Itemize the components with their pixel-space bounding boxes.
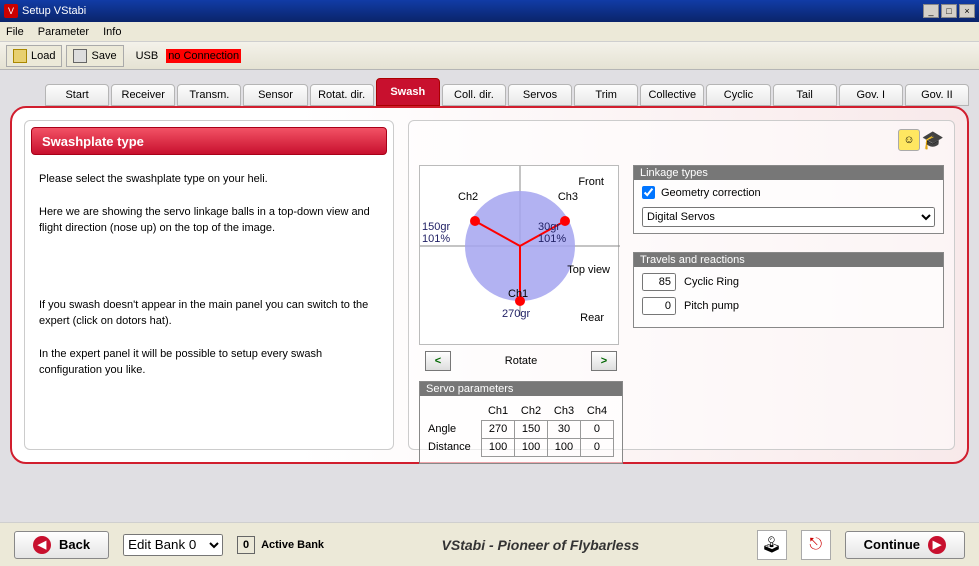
rear-label: Rear bbox=[580, 312, 604, 324]
app-icon: V bbox=[4, 4, 18, 18]
angle-ch4: 0 bbox=[580, 420, 613, 438]
info-p4: In the expert panel it will be possible … bbox=[39, 346, 379, 379]
tab-cyclic[interactable]: Cyclic bbox=[706, 84, 770, 106]
main-frame: Swashplate type Please select the swashp… bbox=[10, 106, 969, 464]
usb-label: USB bbox=[136, 50, 159, 62]
menubar: File Parameter Info bbox=[0, 22, 979, 42]
servo-type-select[interactable]: Digital Servos bbox=[642, 207, 935, 227]
page-body: StartReceiverTransm.SensorRotat. dir.Swa… bbox=[0, 70, 979, 522]
geometry-checkbox[interactable] bbox=[642, 186, 655, 199]
servo-params-table: Ch1 Ch2 Ch3 Ch4 Angle 270 150 30 bbox=[428, 402, 614, 457]
close-button[interactable]: × bbox=[959, 4, 975, 18]
cyclic-ring-label: Cyclic Ring bbox=[684, 276, 739, 288]
tab-start[interactable]: Start bbox=[45, 84, 109, 106]
window-title: Setup VStabi bbox=[22, 5, 86, 17]
ch1-deg: 270gr bbox=[502, 308, 530, 320]
angle-ch3: 30 bbox=[548, 420, 581, 438]
tabs: StartReceiverTransm.SensorRotat. dir.Swa… bbox=[45, 78, 969, 106]
servo-params-title: Servo parameters bbox=[420, 382, 622, 396]
front-label: Front bbox=[578, 176, 604, 188]
heli-icon[interactable]: ⎋ bbox=[801, 530, 831, 560]
info-p2: Here we are showing the servo linkage ba… bbox=[39, 204, 379, 237]
col-ch1: Ch1 bbox=[482, 402, 515, 420]
tab-sensor[interactable]: Sensor bbox=[243, 84, 307, 106]
toolbar: Load Save USB no Connection bbox=[0, 42, 979, 70]
geometry-label: Geometry correction bbox=[661, 187, 761, 199]
tab-gov-i[interactable]: Gov. I bbox=[839, 84, 903, 106]
dist-ch4: 0 bbox=[580, 438, 613, 456]
settings-panel: ☺ 🎓 bbox=[408, 120, 955, 450]
tab-gov-ii[interactable]: Gov. II bbox=[905, 84, 969, 106]
active-bank-value: 0 bbox=[237, 536, 255, 554]
tab-servos[interactable]: Servos bbox=[508, 84, 572, 106]
angle-ch1: 270 bbox=[482, 420, 515, 438]
menu-parameter[interactable]: Parameter bbox=[38, 26, 89, 38]
ch2-pct: 101% bbox=[422, 233, 450, 245]
cyclic-ring-input[interactable] bbox=[642, 273, 676, 291]
arrow-right-icon: ▶ bbox=[928, 536, 946, 554]
ch3-pct: 101% bbox=[538, 233, 566, 245]
slogan: VStabi - Pioneer of Flybarless bbox=[338, 537, 743, 553]
ch3-label: Ch3 bbox=[558, 191, 578, 203]
titlebar: V Setup VStabi _ □ × bbox=[0, 0, 979, 22]
back-label: Back bbox=[59, 537, 90, 552]
menu-file[interactable]: File bbox=[6, 26, 24, 38]
col-ch4: Ch4 bbox=[580, 402, 613, 420]
rotate-right-button[interactable]: > bbox=[591, 351, 617, 371]
active-bank-label: Active Bank bbox=[261, 539, 324, 551]
joystick-icon[interactable]: 🕹 bbox=[757, 530, 787, 560]
continue-button[interactable]: Continue ▶ bbox=[845, 531, 965, 559]
info-p3: If you swash doesn't appear in the main … bbox=[39, 297, 379, 330]
load-button[interactable]: Load bbox=[6, 45, 62, 67]
smiley-icon[interactable]: ☺ bbox=[898, 129, 920, 151]
rotate-label: Rotate bbox=[505, 355, 537, 367]
dist-ch2: 100 bbox=[515, 438, 548, 456]
save-button[interactable]: Save bbox=[66, 45, 123, 67]
ch3-deg: 30gr bbox=[538, 221, 560, 233]
maximize-button[interactable]: □ bbox=[941, 4, 957, 18]
row-angle: Angle bbox=[428, 420, 482, 438]
footer: ◀ Back Edit Bank 0 0 Active Bank VStabi … bbox=[0, 522, 979, 566]
dist-ch3: 100 bbox=[548, 438, 581, 456]
dist-ch1: 100 bbox=[482, 438, 515, 456]
tab-collective[interactable]: Collective bbox=[640, 84, 704, 106]
continue-label: Continue bbox=[864, 537, 920, 552]
col-ch3: Ch3 bbox=[548, 402, 581, 420]
connection-status: no Connection bbox=[166, 49, 241, 63]
tab-coll-dir-[interactable]: Coll. dir. bbox=[442, 84, 506, 106]
info-p1: Please select the swashplate type on you… bbox=[39, 171, 379, 188]
swash-diagram: Front Rear Top view Ch2 Ch3 Ch1 150gr 10… bbox=[419, 165, 619, 345]
load-label: Load bbox=[31, 50, 55, 62]
tab-rotat-dir-[interactable]: Rotat. dir. bbox=[310, 84, 374, 106]
tab-tail[interactable]: Tail bbox=[773, 84, 837, 106]
tab-receiver[interactable]: Receiver bbox=[111, 84, 175, 106]
travels-title: Travels and reactions bbox=[634, 253, 943, 267]
row-distance: Distance bbox=[428, 438, 482, 456]
tab-trim[interactable]: Trim bbox=[574, 84, 638, 106]
rotate-left-button[interactable]: < bbox=[425, 351, 451, 371]
graduate-icon[interactable]: 🎓 bbox=[922, 129, 944, 151]
angle-ch2: 150 bbox=[515, 420, 548, 438]
pitch-pump-input[interactable] bbox=[642, 297, 676, 315]
save-label: Save bbox=[91, 50, 116, 62]
info-panel: Swashplate type Please select the swashp… bbox=[24, 120, 394, 450]
back-button[interactable]: ◀ Back bbox=[14, 531, 109, 559]
folder-icon bbox=[13, 49, 27, 63]
tab-swash[interactable]: Swash bbox=[376, 78, 440, 106]
ch2-label: Ch2 bbox=[458, 191, 478, 203]
tab-transm-[interactable]: Transm. bbox=[177, 84, 241, 106]
arrow-left-icon: ◀ bbox=[33, 536, 51, 554]
panel-title: Swashplate type bbox=[31, 127, 387, 155]
col-ch2: Ch2 bbox=[515, 402, 548, 420]
pitch-pump-label: Pitch pump bbox=[684, 300, 739, 312]
minimize-button[interactable]: _ bbox=[923, 4, 939, 18]
ch1-label: Ch1 bbox=[508, 288, 528, 300]
bank-select[interactable]: Edit Bank 0 bbox=[123, 534, 223, 556]
ch2-deg: 150gr bbox=[422, 221, 450, 233]
menu-info[interactable]: Info bbox=[103, 26, 121, 38]
topview-label: Top view bbox=[567, 264, 610, 276]
linkage-title: Linkage types bbox=[634, 166, 943, 180]
disk-icon bbox=[73, 49, 87, 63]
